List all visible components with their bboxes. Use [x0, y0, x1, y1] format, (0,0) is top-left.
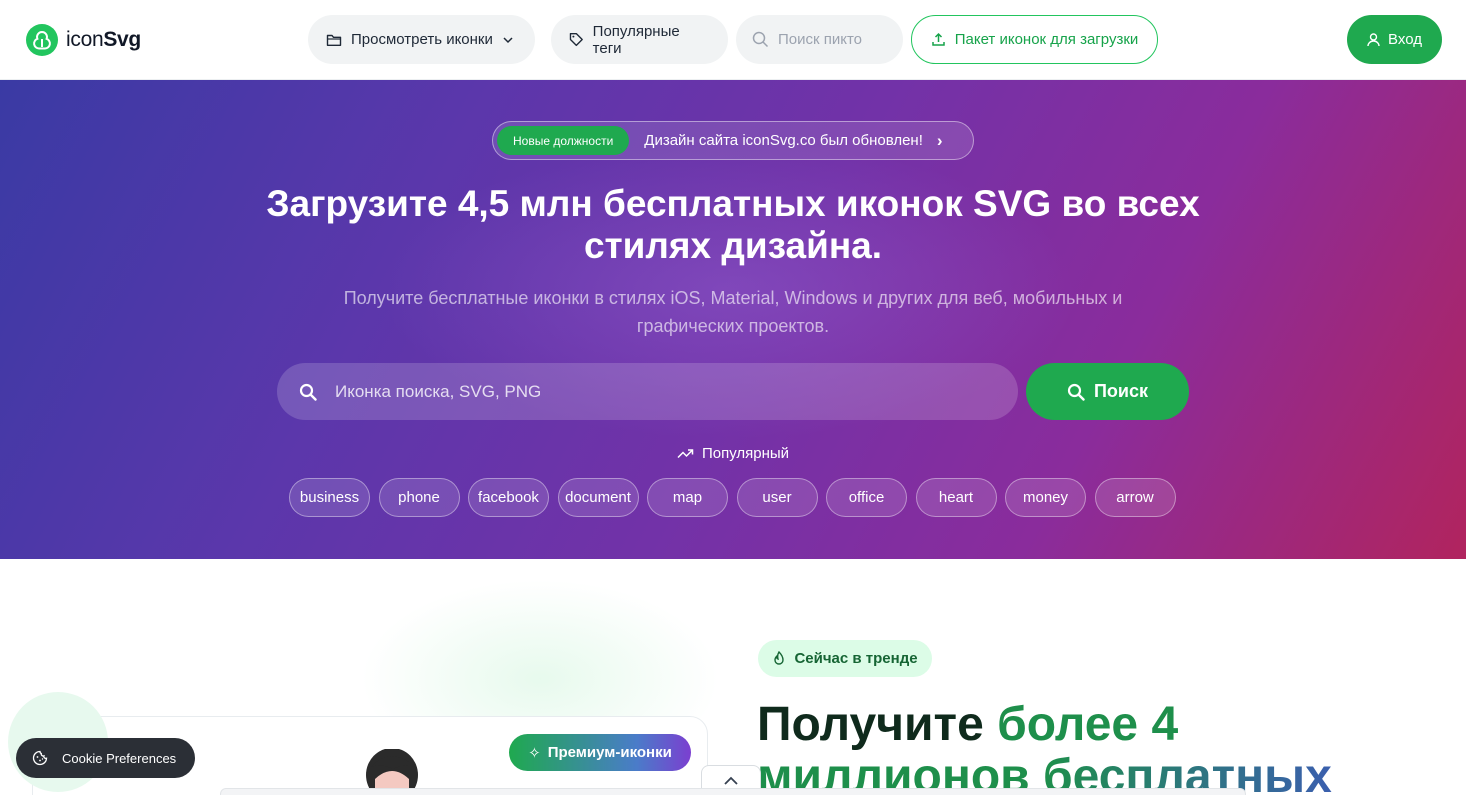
browse-icons-label: Просмотреть иконки: [351, 31, 493, 48]
popular-tags: business phone facebook document map use…: [289, 478, 1176, 517]
tag-business[interactable]: business: [289, 478, 370, 517]
logo-icon: [26, 24, 58, 56]
chevron-right-icon: ›: [936, 130, 943, 150]
search-icon: [752, 31, 769, 48]
trending-section: ✧ Премиум-иконки Сейчас в тренде Получит…: [0, 559, 1466, 795]
tag-user[interactable]: user: [736, 478, 818, 517]
logo[interactable]: iconSvg: [26, 24, 141, 56]
popular-tags-link[interactable]: Популярные теги: [551, 15, 728, 64]
tag-heart[interactable]: heart: [915, 478, 997, 517]
tag-facebook[interactable]: facebook: [468, 478, 549, 517]
hero-section: Новые должности Дизайн сайта iconSvg.co …: [0, 80, 1466, 559]
chevron-up-icon: [724, 776, 738, 785]
bottom-panel-edge: [220, 788, 1246, 795]
icon-pack-label: Пакет иконок для загрузки: [954, 31, 1139, 48]
tag-phone[interactable]: phone: [378, 478, 460, 517]
tag-icon: [569, 32, 583, 47]
search-icon: [1067, 383, 1085, 401]
browse-icons-menu[interactable]: Просмотреть иконки: [308, 15, 535, 64]
chevron-down-icon: [503, 36, 513, 43]
login-label: Вход: [1388, 31, 1422, 48]
cookie-icon: [32, 750, 48, 766]
trending-badge: Сейчас в тренде: [758, 640, 932, 677]
popular-heading: Популярный: [0, 445, 1466, 462]
login-button[interactable]: Вход: [1347, 15, 1442, 64]
trending-label: Сейчас в тренде: [794, 650, 918, 667]
announcement-badge: Новые должности: [497, 126, 630, 155]
premium-icons-badge[interactable]: ✧ Премиум-иконки: [509, 734, 691, 771]
tag-map[interactable]: map: [647, 478, 728, 517]
cookie-preferences-button[interactable]: Cookie Preferences: [16, 738, 195, 778]
popular-tags-label: Популярные теги: [592, 22, 680, 57]
announcement-banner[interactable]: Новые должности Дизайн сайта iconSvg.co …: [492, 121, 974, 160]
sparkles-icon: ✧: [528, 744, 541, 762]
upload-icon: [931, 32, 945, 46]
search-button-label: Поиск: [1093, 381, 1149, 401]
logo-text: iconSvg: [66, 28, 141, 51]
section-title: Получите более 4 миллионов бесплатных: [757, 699, 1457, 795]
tag-document[interactable]: document: [557, 478, 639, 517]
tag-money[interactable]: money: [1005, 478, 1086, 517]
user-icon: [1367, 32, 1380, 46]
hero-title: Загрузите 4,5 млн бесплатных иконок SVG …: [266, 183, 1200, 266]
hero-search-bar[interactable]: [277, 363, 1018, 420]
search-icon: [299, 383, 317, 401]
premium-label: Премиум-иконки: [547, 744, 672, 761]
header-search-input[interactable]: [778, 31, 878, 48]
tag-office[interactable]: office: [826, 478, 907, 517]
announcement-text: Дизайн сайта iconSvg.co был обновлен!: [644, 132, 923, 149]
header-search[interactable]: [736, 15, 903, 64]
icon-pack-download-button[interactable]: Пакет иконок для загрузки: [911, 15, 1158, 64]
popular-label: Популярный: [701, 445, 790, 462]
search-button[interactable]: Поиск: [1026, 363, 1189, 420]
site-header: iconSvg Просмотреть иконки Популярные те…: [0, 0, 1466, 80]
fire-icon: [774, 651, 785, 665]
trending-up-icon: [677, 449, 694, 459]
hero-search-input[interactable]: [335, 381, 975, 402]
hero-subtitle: Получите бесплатные иконки в стилях iOS,…: [343, 288, 1123, 336]
tag-arrow[interactable]: arrow: [1094, 478, 1176, 517]
folder-icon: [326, 34, 342, 46]
cookie-preferences-label: Cookie Preferences: [62, 750, 177, 766]
